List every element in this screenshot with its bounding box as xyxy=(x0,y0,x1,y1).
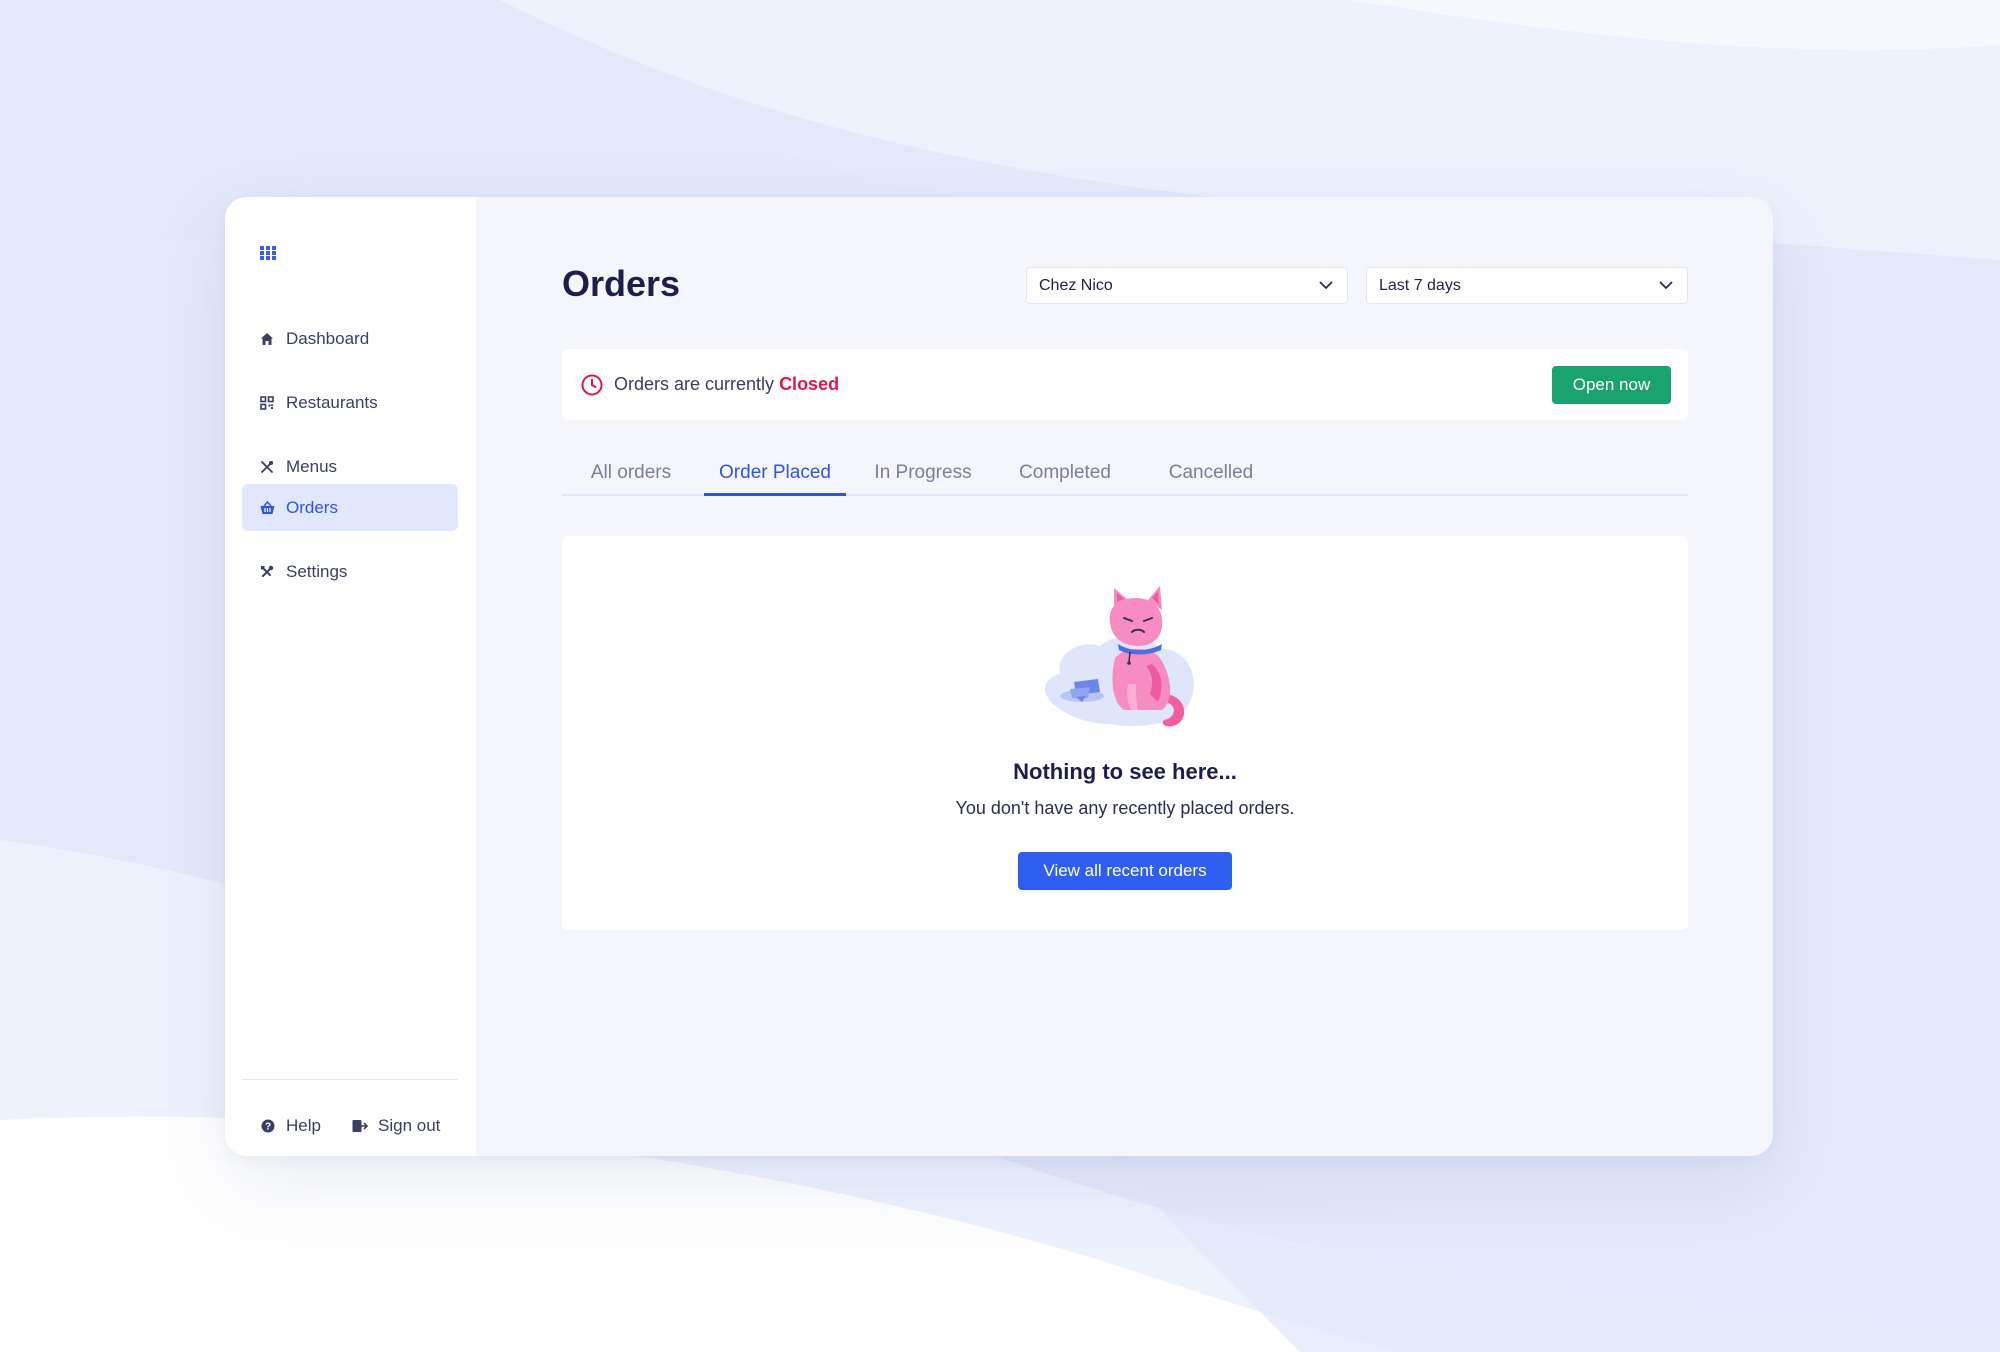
status-message: Orders are currently xyxy=(614,374,775,394)
svg-text:?: ? xyxy=(265,1122,271,1133)
order-tabs: All orders Order Placed In Progress Comp… xyxy=(562,461,1688,496)
main-content: Orders Chez Nico Last 7 days Orders are … xyxy=(476,197,1773,1156)
grid-icon[interactable] xyxy=(260,245,276,261)
chevron-down-icon xyxy=(1659,277,1673,295)
sidebar-item-label: Settings xyxy=(286,561,348,581)
open-now-button[interactable]: Open now xyxy=(1552,366,1671,404)
app-window: Dashboard Restaurants Menus Orders Setti xyxy=(225,197,1773,1156)
tools-icon xyxy=(259,564,275,580)
sidebar-item-dashboard[interactable]: Dashboard xyxy=(242,315,458,362)
tab-in-progress[interactable]: In Progress xyxy=(862,461,984,494)
restaurant-select[interactable]: Chez Nico xyxy=(1026,267,1348,304)
qr-code-icon xyxy=(259,395,275,411)
home-icon xyxy=(259,331,275,347)
sidebar-item-settings[interactable]: Settings xyxy=(242,548,458,595)
empty-state-title: Nothing to see here... xyxy=(1013,759,1237,784)
tab-cancelled[interactable]: Cancelled xyxy=(1150,461,1272,494)
basket-icon xyxy=(259,500,275,516)
help-link[interactable]: ? Help xyxy=(260,1116,321,1136)
sign-out-label: Sign out xyxy=(378,1116,441,1135)
sidebar-item-label: Restaurants xyxy=(286,392,378,412)
chevron-down-icon xyxy=(1319,277,1333,295)
order-status-banner: Orders are currently Closed Open now xyxy=(562,349,1688,420)
view-all-recent-orders-button[interactable]: View all recent orders xyxy=(1018,852,1232,890)
sidebar-item-menus[interactable]: Menus xyxy=(242,443,458,490)
help-label: Help xyxy=(286,1116,321,1135)
status-state: Closed xyxy=(779,374,840,394)
status-text: Orders are currently Closed xyxy=(614,374,839,395)
clock-icon xyxy=(581,374,603,396)
tab-order-placed[interactable]: Order Placed xyxy=(704,461,846,496)
tab-all-orders[interactable]: All orders xyxy=(576,461,686,494)
sidebar-divider xyxy=(242,1079,458,1080)
question-circle-icon: ? xyxy=(260,1118,276,1134)
utensils-icon xyxy=(259,459,275,475)
tab-completed[interactable]: Completed xyxy=(1002,461,1128,494)
period-select-value: Last 7 days xyxy=(1379,276,1461,294)
sidebar-item-label: Menus xyxy=(286,456,338,476)
sign-out-icon xyxy=(352,1118,368,1134)
sad-cat-illustration xyxy=(1044,586,1194,727)
sidebar-item-restaurants[interactable]: Restaurants xyxy=(242,379,458,426)
page-title: Orders xyxy=(562,263,681,304)
restaurant-select-value: Chez Nico xyxy=(1039,276,1113,294)
sidebar-item-label: Dashboard xyxy=(286,328,370,348)
empty-state-subtitle: You don't have any recently placed order… xyxy=(955,798,1295,818)
empty-state-card: Nothing to see here... You don't have an… xyxy=(562,536,1688,930)
sidebar: Dashboard Restaurants Menus Orders Setti xyxy=(225,197,476,1156)
sign-out-link[interactable]: Sign out xyxy=(352,1116,440,1136)
sidebar-item-label: Orders xyxy=(286,497,338,517)
period-select[interactable]: Last 7 days xyxy=(1366,267,1688,304)
sidebar-item-orders[interactable]: Orders xyxy=(242,484,458,531)
